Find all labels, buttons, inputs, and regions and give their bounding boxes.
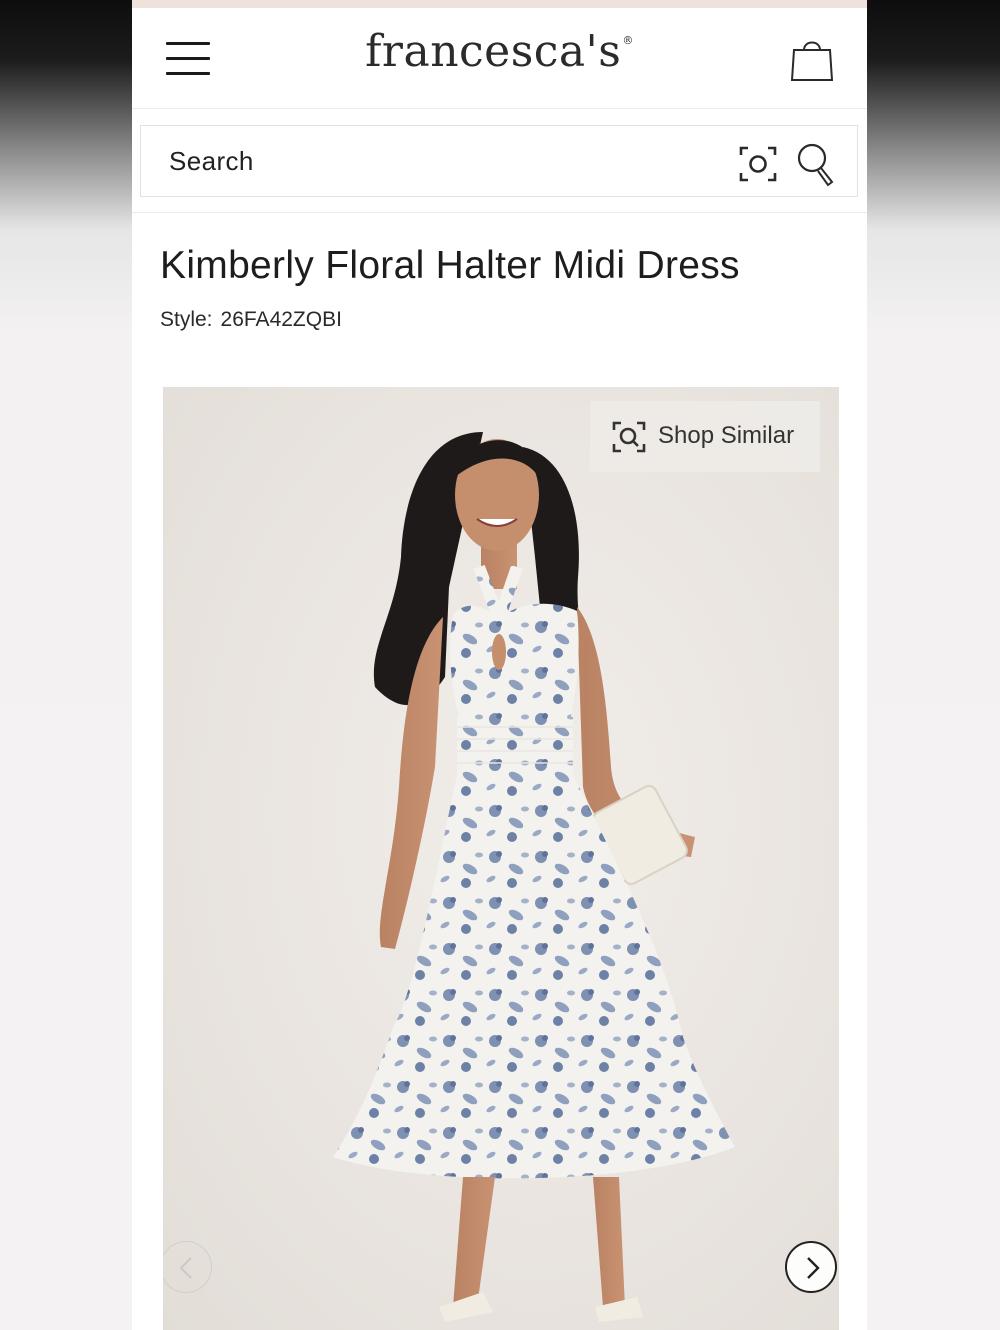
- visual-search-button[interactable]: [738, 144, 778, 184]
- top-accent-strip: [132, 0, 867, 8]
- style-code: 26FA42ZQBI: [220, 308, 342, 331]
- product-style: Style: 26FA42ZQBI: [160, 308, 342, 332]
- previous-image-button[interactable]: [163, 1241, 212, 1293]
- magnifier-icon: [797, 143, 834, 187]
- product-image-gallery[interactable]: Shop Similar: [163, 387, 839, 1330]
- shop-similar-label: Shop Similar: [658, 422, 795, 449]
- shop-similar-button[interactable]: Shop Similar: [590, 401, 820, 472]
- shopping-bag-icon: [790, 41, 834, 81]
- chevron-left-icon: [179, 1257, 192, 1279]
- next-image-button[interactable]: [785, 1241, 837, 1293]
- product-page: francesca's® Kimberly Floral Halter Midi…: [132, 0, 867, 1330]
- camera-scan-icon: [739, 146, 777, 182]
- site-header: francesca's®: [132, 8, 867, 109]
- brand-logo-text: francesca's: [365, 26, 622, 77]
- search-input[interactable]: [141, 126, 721, 196]
- product-title: Kimberly Floral Halter Midi Dress: [160, 244, 740, 287]
- scan-search-icon: [612, 421, 646, 453]
- product-image[interactable]: [163, 387, 839, 1330]
- registered-mark: ®: [622, 34, 634, 47]
- cart-button[interactable]: [788, 34, 836, 84]
- style-label: Style:: [160, 308, 213, 331]
- header-divider: [132, 212, 867, 213]
- brand-logo[interactable]: francesca's®: [132, 26, 867, 77]
- chevron-right-icon: [807, 1257, 820, 1279]
- search-button[interactable]: [796, 142, 838, 190]
- search-bar: [140, 125, 858, 197]
